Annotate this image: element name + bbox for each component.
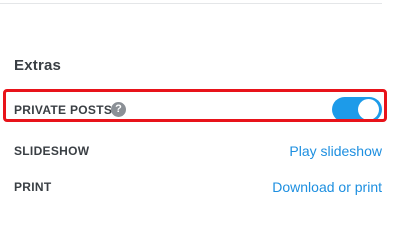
divider [0, 3, 382, 4]
private-posts-label: PRIVATE POSTS [14, 103, 113, 117]
play-slideshow-link[interactable]: Play slideshow [289, 143, 382, 159]
print-row: PRINT Download or print [0, 174, 398, 204]
question-circle-icon[interactable]: ? [111, 102, 126, 117]
section-title: Extras [14, 57, 62, 74]
extras-panel: Extras PRIVATE POSTS ? SLIDESHOW Play sl… [0, 0, 398, 242]
private-posts-toggle[interactable] [332, 97, 382, 122]
print-label: PRINT [14, 180, 52, 194]
private-posts-row: PRIVATE POSTS ? [0, 94, 398, 124]
download-or-print-link[interactable]: Download or print [272, 179, 382, 195]
toggle-knob [358, 99, 379, 120]
slideshow-label: SLIDESHOW [14, 144, 90, 158]
slideshow-row: SLIDESHOW Play slideshow [0, 138, 398, 168]
